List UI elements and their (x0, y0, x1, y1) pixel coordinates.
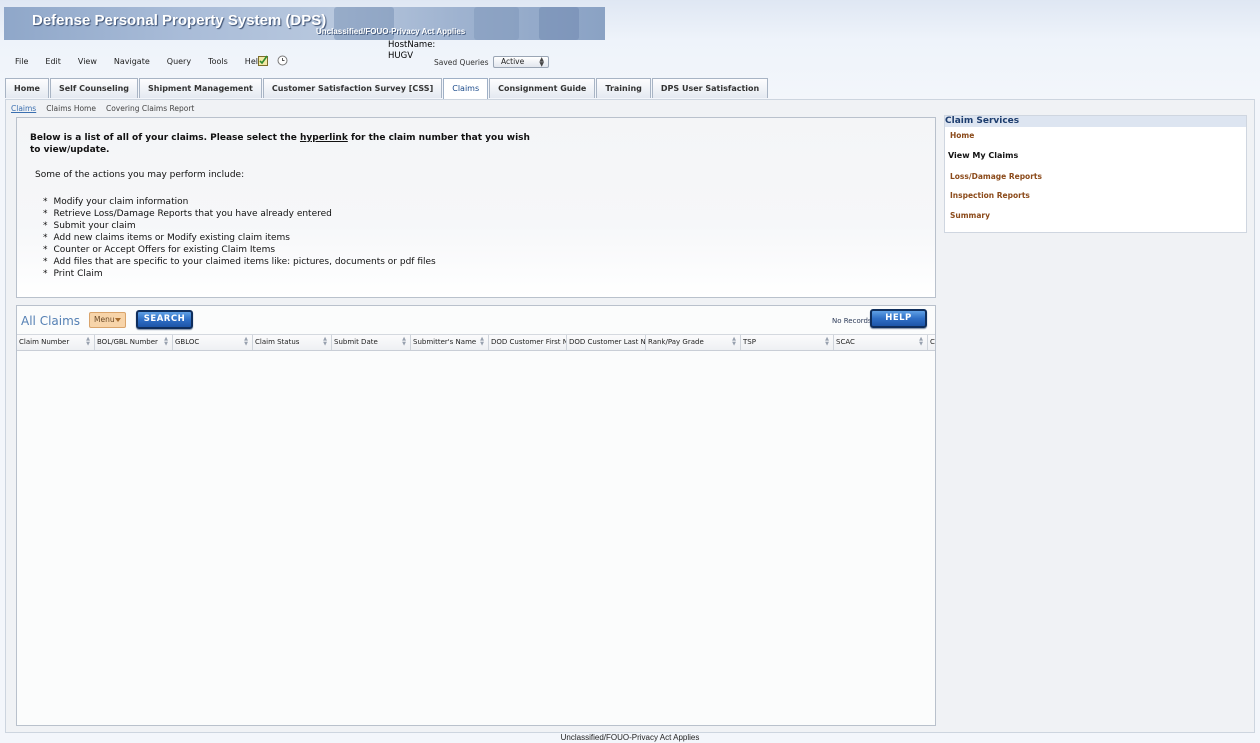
list-item: Print Claim (43, 268, 436, 280)
saved-queries-label: Saved Queries (434, 58, 489, 67)
column-header[interactable]: DOD Customer First Name (489, 335, 567, 350)
subnav-claims-home[interactable]: Claims Home (46, 104, 96, 113)
column-header[interactable]: TSP ▲ ▼ (741, 335, 834, 350)
select-arrows-icon: ▲ ▼ (539, 56, 544, 68)
banner-title: Defense Personal Property System (DPS) (32, 12, 327, 29)
list-item: Add new claims items or Modify existing … (43, 232, 436, 244)
tab-customer-satisfaction-survey[interactable]: Customer Satisfaction Survey [CSS] (262, 78, 443, 98)
tab-training[interactable]: Training (596, 78, 651, 98)
actions-subtitle: Some of the actions you may perform incl… (35, 170, 245, 180)
column-header[interactable]: SCAC ▲ ▼ (834, 335, 928, 350)
tab-consignment-guide[interactable]: Consignment Guide (489, 78, 596, 98)
all-claims-panel: All Claims Menu SEARCH No Records HELP C… (16, 305, 936, 726)
breadcrumb: Claims Claims Home Covering Claims Repor… (11, 104, 204, 113)
sort-icon: ▲ ▼ (164, 336, 168, 347)
tab-home[interactable]: Home (5, 78, 49, 98)
column-header[interactable]: Submitter's Name ▲ ▼ (411, 335, 489, 350)
instructions-intro: Below is a list of all of your claims. P… (30, 133, 530, 156)
column-header[interactable]: DOD Customer Last Name (567, 335, 646, 350)
subnav-covering-claims-report[interactable]: Covering Claims Report (106, 104, 194, 113)
column-header[interactable]: Rank/Pay Grade ▲ ▼ (646, 335, 741, 350)
list-item: Counter or Accept Offers for existing Cl… (43, 244, 436, 256)
tab-self-counseling[interactable]: Self Counseling (49, 78, 138, 98)
saved-queries-select[interactable]: Active ▲ ▼ (493, 56, 549, 68)
tab-shipment-management[interactable]: Shipment Management (139, 78, 262, 98)
sort-icon: ▲ ▼ (919, 336, 923, 347)
side-link-loss-damage-reports[interactable]: Loss/Damage Reports (950, 172, 1042, 181)
tab-claims[interactable]: Claims (443, 78, 489, 99)
list-item: Add files that are specific to your clai… (43, 256, 436, 268)
search-button[interactable]: SEARCH (136, 310, 193, 329)
tab-dps-user-satisfaction[interactable]: DPS User Satisfaction (651, 78, 769, 98)
records-status: No Records (832, 317, 872, 325)
side-link-home[interactable]: Home (950, 131, 974, 140)
menu-bar: File Edit View Navigate Query Tools Help (15, 57, 280, 66)
menu-edit[interactable]: Edit (45, 57, 61, 66)
column-header[interactable]: BOL/GBL Number ▲ ▼ (95, 335, 173, 350)
list-item: Modify your claim information (43, 196, 436, 208)
actions-list: Modify your claim information Retrieve L… (43, 196, 436, 280)
list-item: Submit your claim (43, 220, 436, 232)
dps-banner: Defense Personal Property System (DPS) U… (4, 7, 605, 40)
saved-queries-value: Active (501, 57, 525, 66)
checklist-icon[interactable] (258, 55, 269, 66)
table-body (17, 351, 935, 725)
claim-services-panel: Claim Services Home View My Claims Loss/… (944, 115, 1247, 233)
footer-classification: Unclassified/FOUO-Privacy Act Applies (560, 733, 700, 742)
sort-icon: ▲ ▼ (402, 336, 406, 347)
side-panel-title: Claim Services (945, 116, 1246, 127)
column-header[interactable]: Claim Number ▲ ▼ (17, 335, 95, 350)
hostname-value: HUGV (388, 51, 414, 61)
help-button[interactable]: HELP (870, 309, 927, 328)
menu-button[interactable]: Menu (89, 312, 126, 328)
column-header[interactable]: C (928, 335, 935, 350)
menu-file[interactable]: File (15, 57, 28, 66)
side-link-view-my-claims[interactable]: View My Claims (948, 151, 1018, 160)
sort-icon: ▲ ▼ (825, 336, 829, 347)
side-link-summary[interactable]: Summary (950, 211, 990, 220)
banner-classification: Unclassified/FOUO-Privacy Act Applies (316, 27, 466, 36)
menu-query[interactable]: Query (167, 57, 191, 66)
sort-icon: ▲ ▼ (323, 336, 327, 347)
instructions-panel: Below is a list of all of your claims. P… (16, 117, 936, 298)
sort-icon: ▲ ▼ (244, 336, 248, 347)
list-item: Retrieve Loss/Damage Reports that you ha… (43, 208, 436, 220)
hyperlink-word: hyperlink (299, 133, 348, 143)
subnav-claims[interactable]: Claims (11, 104, 36, 113)
menu-view[interactable]: View (78, 57, 97, 66)
column-header[interactable]: Submit Date ▲ ▼ (332, 335, 411, 350)
menu-navigate[interactable]: Navigate (114, 57, 150, 66)
column-header[interactable]: Claim Status ▲ ▼ (253, 335, 332, 350)
intro-text: Below is a list of all of your claims. P… (30, 133, 300, 143)
sort-icon: ▲ ▼ (480, 336, 484, 347)
hostname: HostName: HUGV (388, 40, 435, 62)
column-header[interactable]: GBLOC ▲ ▼ (173, 335, 253, 350)
menu-tools[interactable]: Tools (208, 57, 228, 66)
main-tabs: Home Self Counseling Shipment Management… (5, 78, 769, 99)
hostname-label: HostName: (388, 40, 436, 50)
clock-icon[interactable] (277, 55, 288, 66)
sort-icon: ▲ ▼ (86, 336, 90, 347)
sort-icon: ▲ ▼ (732, 336, 736, 347)
panel-title: All Claims (21, 314, 81, 328)
table-header: Claim Number ▲ ▼ BOL/GBL Number ▲ ▼ GBLOC ▲ ▼ … (17, 334, 935, 351)
side-link-inspection-reports[interactable]: Inspection Reports (950, 191, 1030, 200)
